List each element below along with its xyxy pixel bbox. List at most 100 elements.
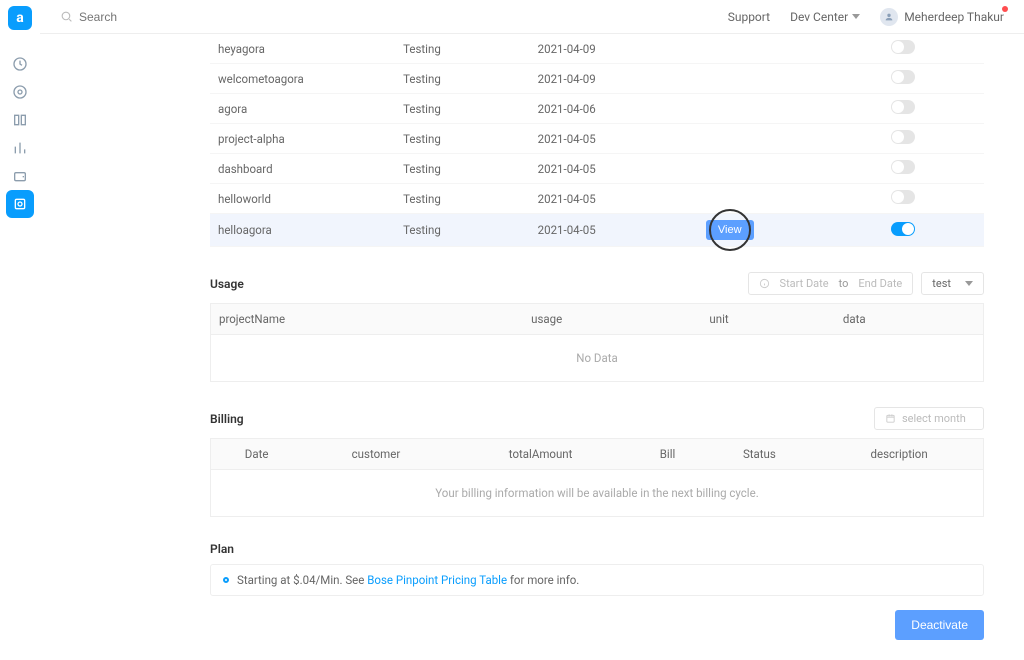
project-toggle-cell [883, 124, 984, 154]
billing-col: customer [302, 439, 449, 470]
user-menu[interactable]: Meherdeep Thakur [880, 8, 1004, 26]
billing-month-picker[interactable]: select month [874, 407, 984, 430]
billing-col: Status [704, 439, 816, 470]
project-action [698, 124, 883, 154]
sidebar-book-icon[interactable] [6, 106, 34, 134]
plan-text: Starting at $.04/Min. See Bose Pinpoint … [237, 573, 579, 587]
project-name: dashboard [210, 154, 395, 184]
main-content: heyagoraTesting2021-04-09welcometoagoraT… [50, 34, 1024, 660]
project-stage: Testing [395, 184, 530, 214]
calendar-icon [885, 413, 896, 424]
plan-info: Starting at $.04/Min. See Bose Pinpoint … [210, 564, 984, 596]
search-icon [60, 10, 73, 23]
project-toggle[interactable] [891, 40, 915, 54]
header-right: Support Dev Center Meherdeep Thakur [728, 8, 1004, 26]
project-name: agora [210, 94, 395, 124]
billing-col: Date [211, 439, 303, 470]
project-toggle-cell [883, 34, 984, 64]
project-row: agoraTesting2021-04-06 [210, 94, 984, 124]
sidebar: a [0, 0, 40, 531]
project-name: helloagora [210, 214, 395, 247]
start-date-placeholder: Start Date [780, 277, 829, 290]
header: Support Dev Center Meherdeep Thakur [0, 0, 1024, 34]
projects-table: heyagoraTesting2021-04-09welcometoagoraT… [210, 34, 984, 247]
project-toggle[interactable] [891, 130, 915, 144]
project-action [698, 34, 883, 64]
project-name: welcometoagora [210, 64, 395, 94]
usage-select-value: test [932, 277, 951, 290]
month-placeholder: select month [902, 412, 966, 425]
project-toggle-cell [883, 214, 984, 247]
billing-table: DatecustomertotalAmountBillStatusdescrip… [210, 438, 984, 517]
chevron-down-icon [852, 14, 860, 19]
avatar-icon [880, 8, 898, 26]
project-toggle[interactable] [891, 222, 915, 236]
project-toggle-cell [883, 184, 984, 214]
info-icon [759, 278, 770, 289]
project-row: heyagoraTesting2021-04-09 [210, 34, 984, 64]
project-toggle-cell [883, 64, 984, 94]
usage-controls: Start Date to End Date test [748, 272, 984, 295]
billing-col: description [815, 439, 983, 470]
usage-title: Usage [210, 277, 244, 291]
project-stage: Testing [395, 124, 530, 154]
project-stage: Testing [395, 94, 530, 124]
usage-col: projectName [211, 304, 524, 335]
project-action: View [698, 214, 883, 247]
sidebar-chart-icon[interactable] [6, 134, 34, 162]
user-name: Meherdeep Thakur [904, 10, 1004, 24]
usage-section: Usage Start Date to End Date test projec… [210, 272, 984, 382]
usage-empty: No Data [211, 335, 984, 382]
billing-col: totalAmount [450, 439, 632, 470]
project-row: welcometoagoraTesting2021-04-09 [210, 64, 984, 94]
project-stage: Testing [395, 214, 530, 247]
project-name: project-alpha [210, 124, 395, 154]
deactivate-button[interactable]: Deactivate [895, 610, 984, 640]
project-toggle[interactable] [891, 70, 915, 84]
search-input[interactable] [79, 10, 279, 24]
project-toggle-cell [883, 154, 984, 184]
project-action [698, 184, 883, 214]
chevron-down-icon [965, 281, 973, 286]
dev-center-link[interactable]: Dev Center [790, 10, 860, 24]
usage-select[interactable]: test [921, 272, 984, 295]
logo[interactable]: a [8, 6, 32, 30]
project-date: 2021-04-05 [530, 184, 698, 214]
support-link[interactable]: Support [728, 10, 770, 24]
plan-section: Plan Starting at $.04/Min. See Bose Pinp… [210, 542, 984, 596]
project-toggle[interactable] [891, 100, 915, 114]
billing-title: Billing [210, 412, 244, 426]
project-date: 2021-04-05 [530, 124, 698, 154]
project-date: 2021-04-06 [530, 94, 698, 124]
project-date: 2021-04-09 [530, 64, 698, 94]
project-date: 2021-04-09 [530, 34, 698, 64]
project-row: dashboardTesting2021-04-05 [210, 154, 984, 184]
project-stage: Testing [395, 34, 530, 64]
sidebar-clock-icon[interactable] [6, 50, 34, 78]
usage-col: data [835, 304, 984, 335]
project-toggle[interactable] [891, 190, 915, 204]
project-toggle[interactable] [891, 160, 915, 174]
radio-icon [223, 577, 229, 583]
billing-col: Bill [632, 439, 704, 470]
notification-dot-icon [1002, 6, 1008, 12]
date-range-picker[interactable]: Start Date to End Date [748, 272, 914, 295]
project-row: helloworldTesting2021-04-05 [210, 184, 984, 214]
project-name: heyagora [210, 34, 395, 64]
plan-suffix: for more info. [507, 573, 579, 587]
usage-col: usage [523, 304, 701, 335]
dev-center-label: Dev Center [790, 10, 848, 24]
view-button[interactable]: View [706, 220, 754, 240]
billing-empty: Your billing information will be availab… [211, 470, 984, 517]
sidebar-wallet-icon[interactable] [6, 162, 34, 190]
sidebar-app-icon[interactable] [6, 190, 34, 218]
project-action [698, 64, 883, 94]
sidebar-target-icon[interactable] [6, 78, 34, 106]
project-stage: Testing [395, 64, 530, 94]
project-row: helloagoraTesting2021-04-05View [210, 214, 984, 247]
project-action [698, 154, 883, 184]
footer-actions: Deactivate [210, 610, 984, 640]
usage-col: unit [701, 304, 834, 335]
pricing-link[interactable]: Bose Pinpoint Pricing Table [367, 573, 507, 587]
project-row: project-alphaTesting2021-04-05 [210, 124, 984, 154]
